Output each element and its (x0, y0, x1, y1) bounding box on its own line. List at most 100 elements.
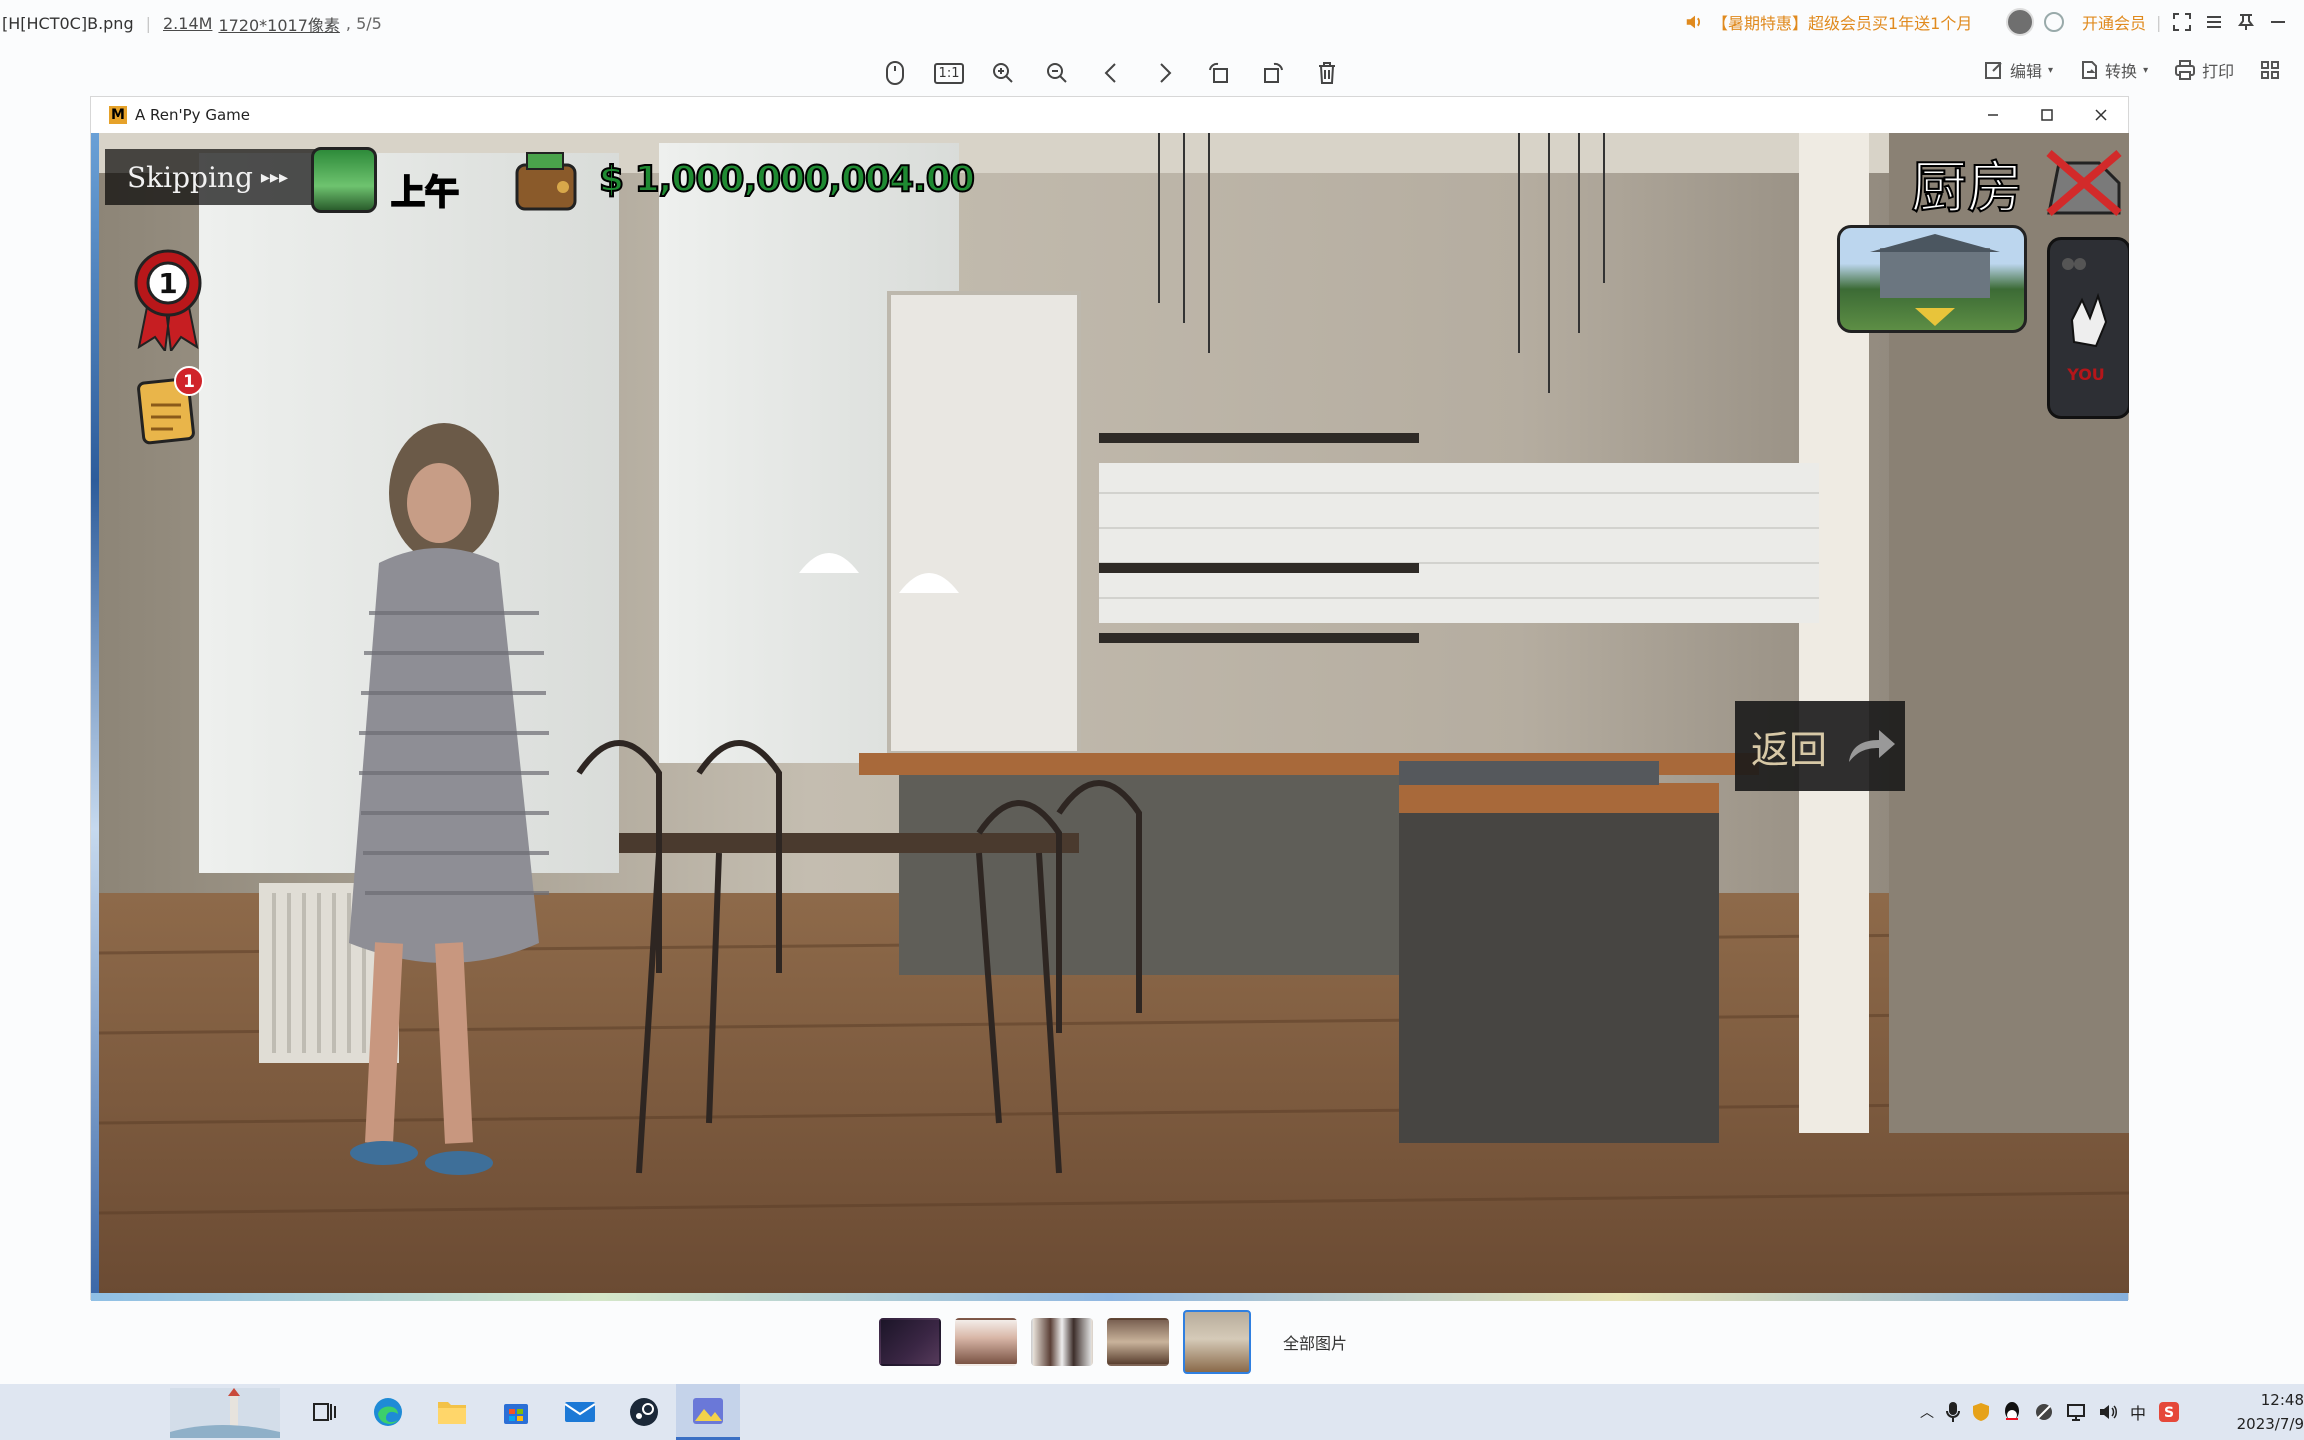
location-name: 厨房 (1910, 155, 2024, 222)
grid-view-icon[interactable] (2260, 60, 2280, 80)
mouse-icon[interactable] (880, 58, 910, 88)
chevron-down-icon: ▾ (2143, 64, 2149, 76)
clock-time: 12:48 (2260, 1391, 2304, 1409)
view-controls: 1:1 (880, 58, 1342, 88)
game-window-titlebar: M A Ren'Py Game (91, 97, 2128, 133)
skipping-indicator: Skipping ▸▸▸ (105, 149, 317, 205)
medal-icon[interactable]: 1 (131, 247, 205, 351)
zoom-out-icon[interactable] (1042, 58, 1072, 88)
print-button[interactable]: 打印 (2174, 58, 2234, 82)
zoom-in-icon[interactable] (988, 58, 1018, 88)
avatar[interactable] (2006, 8, 2034, 36)
edge-browser-icon[interactable] (356, 1384, 420, 1440)
clock[interactable]: 12:48 2023/7/9 (2222, 1388, 2304, 1436)
network-icon[interactable] (2066, 1403, 2086, 1421)
maximize-icon[interactable] (2020, 97, 2074, 133)
no-entry-icon (2046, 149, 2122, 217)
action-buttons: 编辑 ▾ 转换 ▾ 打印 (1984, 58, 2280, 82)
convert-label: 转换 (2105, 62, 2138, 81)
map-location-thumbnail[interactable] (1837, 225, 2027, 333)
thumbnail[interactable] (1031, 1318, 1093, 1366)
back-label: 返回 (1751, 727, 1828, 772)
edit-button[interactable]: 编辑 ▾ (1984, 58, 2053, 82)
vip-badge-icon (2044, 12, 2064, 32)
notes-icon[interactable]: 1 (135, 365, 205, 445)
time-of-day-icon[interactable] (311, 147, 377, 213)
edit-label: 编辑 (2010, 62, 2043, 81)
notes-badge: 1 (183, 372, 195, 392)
edit-icon (1985, 62, 2002, 79)
store-icon[interactable] (484, 1384, 548, 1440)
actual-size-label: 1:1 (933, 62, 965, 84)
game-window-title: A Ren'Py Game (135, 106, 250, 124)
window-controls: 开通会员 | (2006, 8, 2289, 36)
convert-button[interactable]: 转换 ▾ (2079, 58, 2148, 82)
steam-icon[interactable] (612, 1384, 676, 1440)
fullscreen-icon[interactable] (2171, 11, 2193, 33)
microphone-icon[interactable] (1946, 1401, 1960, 1423)
desktop-edge-bottom (91, 1293, 2128, 1301)
time-of-day-label: 上午 (390, 172, 460, 214)
pin-icon[interactable] (2235, 11, 2257, 33)
page-separator: , (345, 14, 357, 33)
thumbnail-selected[interactable] (1183, 1310, 1251, 1374)
shield-icon[interactable] (1972, 1402, 1990, 1422)
trash-icon[interactable] (1312, 58, 1342, 88)
sogou-ime-icon[interactable]: S (2158, 1401, 2180, 1423)
svg-text:S: S (2164, 1405, 2174, 1421)
app-tray-icon[interactable] (2034, 1402, 2054, 1422)
image-toolbar: 1:1 编辑 ▾ 转换 ▾ 打印 (0, 48, 2304, 96)
back-button[interactable]: 返回 (1735, 701, 1905, 791)
thumbnail[interactable] (955, 1318, 1017, 1366)
page-indicator: 5/5 (356, 14, 382, 33)
file-name: [H[HCT0C]B.png (2, 14, 134, 33)
phone-icon[interactable]: YOU (2047, 237, 2129, 419)
return-arrow-icon (1849, 730, 1896, 762)
ime-indicator[interactable]: 中 (2130, 1400, 2146, 1424)
svg-text:YOU: YOU (2066, 365, 2105, 384)
wallet-icon[interactable] (513, 149, 579, 215)
photo-viewer-icon[interactable] (676, 1384, 740, 1440)
taskbar-apps (292, 1384, 740, 1440)
file-size[interactable]: 2.14M (163, 14, 212, 33)
image-canvas[interactable]: M A Ren'Py Game Skipping ▸▸▸ 上午 $ 1,000,… (90, 96, 2129, 1301)
task-view-icon[interactable] (292, 1384, 356, 1440)
all-images-link[interactable]: 全部图片 (1283, 1330, 1347, 1354)
vip-button[interactable]: 开通会员 (2082, 10, 2146, 34)
image-dimensions[interactable]: 1720*1017像素 (218, 12, 339, 36)
actual-size-button[interactable]: 1:1 (933, 58, 965, 88)
skipping-text: Skipping (127, 160, 253, 194)
medal-number: 1 (158, 267, 177, 300)
volume-icon[interactable] (2098, 1403, 2118, 1421)
menu-icon[interactable] (2203, 11, 2225, 33)
money-counter: $ 1,000,000,004.00 (598, 158, 976, 201)
file-explorer-icon[interactable] (420, 1384, 484, 1440)
fast-forward-icon: ▸▸▸ (260, 166, 288, 188)
promo-banner[interactable]: 【暑期特惠】超级会员买1年送1个月 (1684, 10, 1972, 34)
rotate-right-icon[interactable] (1258, 58, 1288, 88)
game-scene[interactable]: Skipping ▸▸▸ 上午 $ 1,000,000,004.00 1 1 厨… (99, 133, 2129, 1293)
minimize-icon[interactable] (1966, 97, 2020, 133)
clock-date: 2023/7/9 (2236, 1415, 2304, 1433)
thumbnail[interactable] (1107, 1318, 1169, 1366)
previous-icon[interactable] (1096, 58, 1126, 88)
qq-icon[interactable] (2002, 1401, 2022, 1423)
minimize-icon[interactable] (2267, 11, 2289, 33)
speaker-icon (1686, 15, 1701, 29)
mail-icon[interactable] (548, 1384, 612, 1440)
divider: | (2156, 12, 2162, 32)
printer-icon (2175, 60, 2196, 80)
chevron-up-icon[interactable]: ︿ (1920, 1402, 1934, 1422)
windows-taskbar: ︿ 中 S 12:48 2023/7/9 (0, 1384, 2304, 1440)
thumbnail[interactable] (879, 1318, 941, 1366)
convert-icon (2082, 61, 2098, 79)
print-label: 打印 (2202, 62, 2235, 81)
close-icon[interactable] (2074, 97, 2128, 133)
divider: | (145, 14, 151, 33)
chevron-down-icon: ▾ (2048, 64, 2054, 76)
next-icon[interactable] (1150, 58, 1180, 88)
app-logo-icon: M (109, 106, 127, 124)
widgets-icon[interactable] (170, 1388, 280, 1438)
game-window-controls (1966, 97, 2128, 133)
rotate-left-icon[interactable] (1204, 58, 1234, 88)
